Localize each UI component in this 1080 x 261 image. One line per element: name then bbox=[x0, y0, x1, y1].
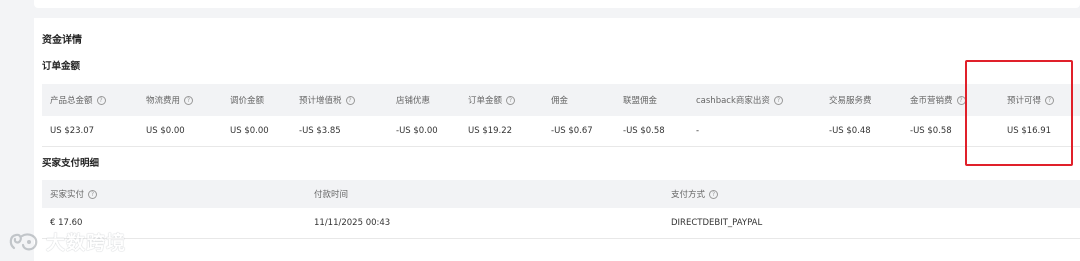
header-label: 物流费用 bbox=[146, 96, 181, 106]
col-affiliate-commission: 联盟佣金 bbox=[623, 84, 657, 116]
header-label: 预计增值税 bbox=[299, 96, 342, 106]
cashback-value: - bbox=[696, 126, 700, 136]
col-shipping-fee: 物流费用? bbox=[146, 84, 194, 116]
col-price-adjust: 调价金额 bbox=[230, 84, 264, 116]
question-circle-icon[interactable]: ? bbox=[773, 95, 783, 105]
buyer-payment-title: 买家支付明细 bbox=[42, 158, 100, 169]
col-product-total: 产品总金额? bbox=[50, 84, 106, 116]
watermark-text: 大数跨境 bbox=[46, 232, 127, 254]
order-amount-value: US $19.22 bbox=[468, 126, 513, 136]
col-commission: 佣金 bbox=[551, 84, 568, 116]
payment-method-value: DIRECTDEBIT_PAYPAL bbox=[671, 218, 763, 228]
estimated-vat-value: -US $3.85 bbox=[299, 126, 341, 136]
store-discount-value: -US $0.00 bbox=[396, 126, 438, 136]
coin-marketing-fee-value: -US $0.58 bbox=[910, 126, 952, 136]
question-circle-icon[interactable]: ? bbox=[709, 189, 719, 199]
commission-value: -US $0.67 bbox=[551, 126, 593, 136]
col-payment-method: 支付方式? bbox=[671, 180, 719, 208]
col-cashback: cashback商家出资? bbox=[696, 84, 783, 116]
table-row: US $23.07 US $0.00 US $0.00 -US $3.85 -U… bbox=[42, 116, 1080, 147]
header-label: 金币营销费 bbox=[910, 96, 953, 106]
table-row: € 17.60 11/11/2025 00:43 DIRECTDEBIT_PAY… bbox=[42, 208, 1080, 239]
col-order-amount: 订单金额? bbox=[468, 84, 516, 116]
header-label: 产品总金额 bbox=[50, 96, 93, 106]
question-circle-icon[interactable]: ? bbox=[184, 95, 194, 105]
funds-detail-panel: 资金详情 订单金额 产品总金额? 物流费用? 调价金额 预计增值税? 店铺优惠 … bbox=[34, 18, 1080, 261]
order-table-header: 产品总金额? 物流费用? 调价金额 预计增值税? 店铺优惠 订单金额? 佣金 联… bbox=[42, 84, 1080, 116]
buyer-payment-table: 买家实付? 付款时间 支付方式? € 17.60 11/11/2025 00:4… bbox=[42, 180, 1080, 239]
payment-time-value: 11/11/2025 00:43 bbox=[314, 218, 391, 228]
question-circle-icon[interactable]: ? bbox=[96, 95, 106, 105]
header-label: 店铺优惠 bbox=[396, 96, 431, 106]
col-payment-time: 付款时间 bbox=[314, 180, 348, 208]
col-estimated-vat: 预计增值税? bbox=[299, 84, 355, 116]
funds-detail-title: 资金详情 bbox=[42, 35, 82, 46]
top-card bbox=[34, 0, 1080, 8]
col-store-discount: 店铺优惠 bbox=[396, 84, 430, 116]
watermark: 大数跨境 bbox=[8, 228, 126, 255]
header-label: 联盟佣金 bbox=[623, 96, 658, 106]
header-label: 佣金 bbox=[551, 96, 569, 106]
question-circle-icon[interactable]: ? bbox=[345, 95, 355, 105]
header-label: 调价金额 bbox=[230, 96, 265, 106]
header-label: 订单金额 bbox=[468, 96, 503, 106]
col-transaction-fee: 交易服务费 bbox=[829, 84, 872, 116]
transaction-fee-value: -US $0.48 bbox=[829, 126, 871, 136]
header-label: 付款时间 bbox=[314, 190, 349, 200]
header-label: 支付方式 bbox=[671, 190, 706, 200]
shipping-fee-value: US $0.00 bbox=[146, 126, 185, 136]
col-coin-marketing-fee: 金币营销费? bbox=[910, 84, 966, 116]
header-label: 交易服务费 bbox=[829, 96, 872, 106]
order-amount-table: 产品总金额? 物流费用? 调价金额 预计增值税? 店铺优惠 订单金额? 佣金 联… bbox=[42, 84, 1080, 147]
product-total-value: US $23.07 bbox=[50, 126, 95, 136]
watermark-logo-icon bbox=[9, 232, 38, 250]
price-adjust-value: US $0.00 bbox=[230, 126, 269, 136]
highlight-annotation-box bbox=[965, 60, 1073, 166]
col-buyer-paid: 买家实付? bbox=[50, 180, 98, 208]
affiliate-commission-value: -US $0.58 bbox=[623, 126, 665, 136]
header-label: 买家实付 bbox=[50, 190, 85, 200]
payment-table-header: 买家实付? 付款时间 支付方式? bbox=[42, 180, 1080, 208]
question-circle-icon[interactable]: ? bbox=[506, 95, 516, 105]
header-label: cashback商家出资 bbox=[696, 96, 770, 106]
question-circle-icon[interactable]: ? bbox=[88, 189, 98, 199]
order-amount-title: 订单金额 bbox=[42, 61, 81, 72]
